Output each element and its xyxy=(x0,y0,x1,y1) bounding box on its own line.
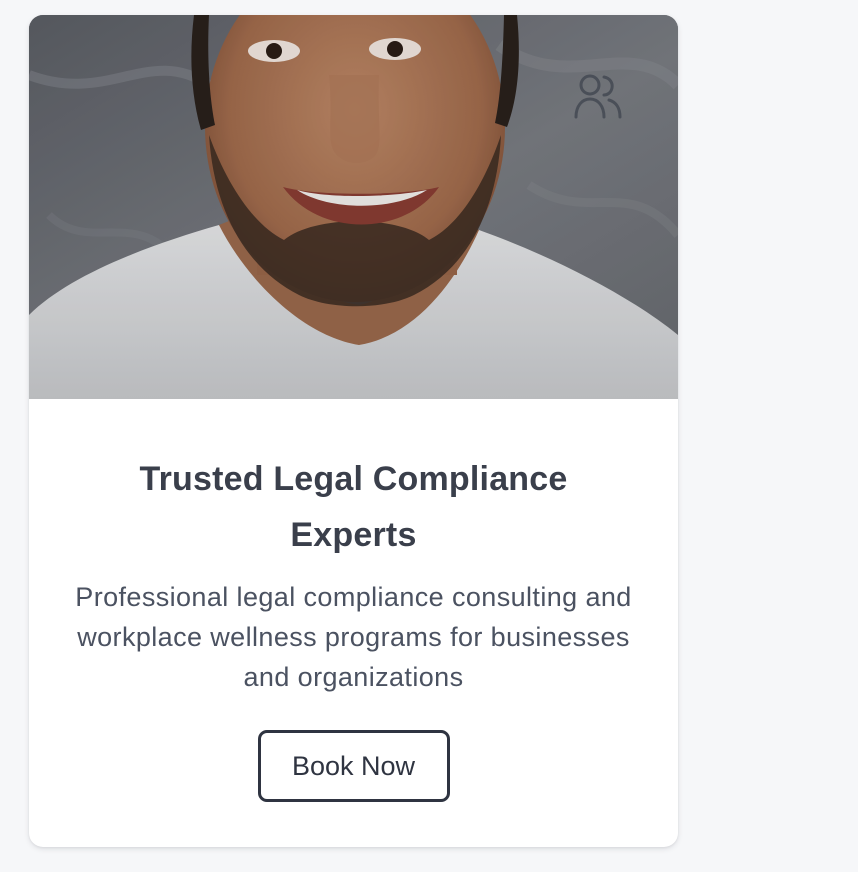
users-icon[interactable] xyxy=(573,73,623,119)
hero-image xyxy=(29,15,678,399)
book-now-button[interactable]: Book Now xyxy=(257,730,450,802)
card-content: Trusted Legal Compliance Experts Profess… xyxy=(29,399,678,802)
service-card: Trusted Legal Compliance Experts Profess… xyxy=(29,15,678,847)
card-description: Professional legal compliance consulting… xyxy=(75,582,632,692)
card-title: Trusted Legal Compliance Experts xyxy=(139,460,568,554)
